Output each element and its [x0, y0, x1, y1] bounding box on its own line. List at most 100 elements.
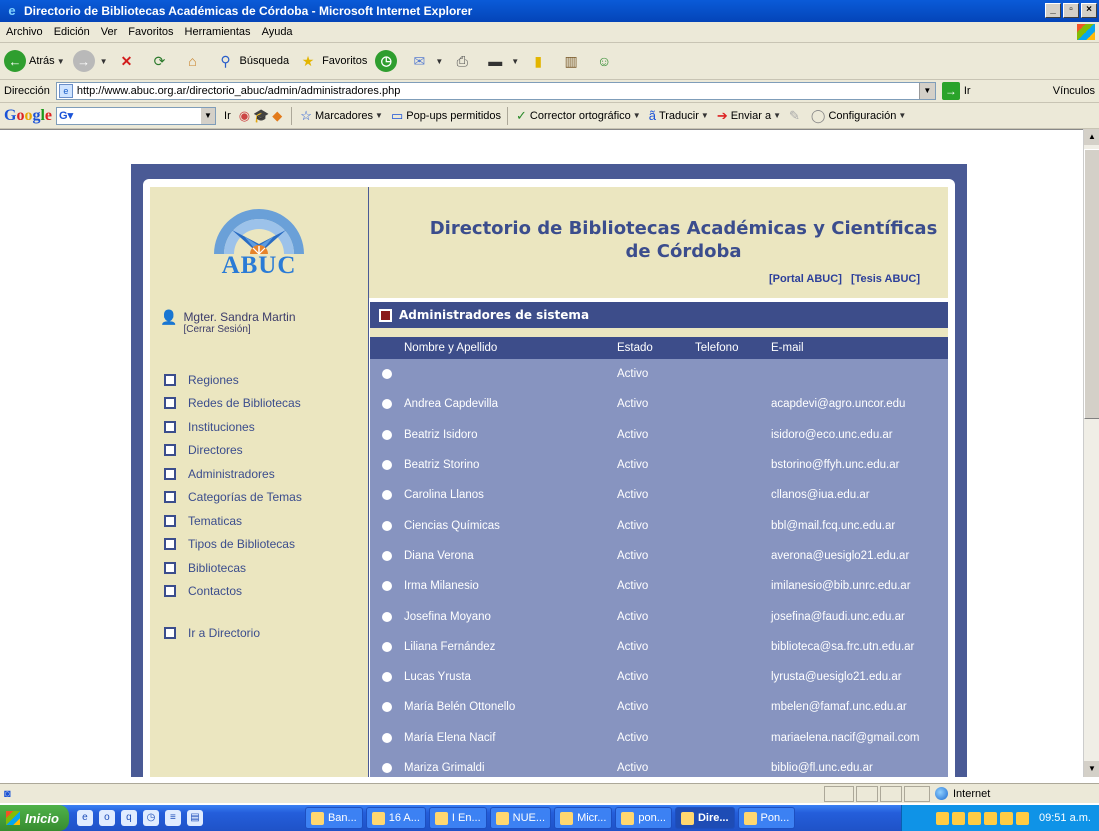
task-button[interactable]: 16 A... — [365, 807, 426, 829]
sidebar-item-instituciones[interactable]: Instituciones — [164, 415, 302, 439]
portal-abuc-link[interactable]: [Portal ABUC] — [769, 273, 842, 285]
task-button[interactable]: I En... — [428, 807, 487, 829]
edit-button[interactable]: ▬ ▼ — [484, 50, 519, 72]
google-go-button[interactable]: Ir — [224, 110, 231, 122]
row-select[interactable] — [370, 399, 404, 410]
row-select[interactable] — [370, 369, 404, 380]
scroll-down-icon[interactable]: ▼ — [1084, 761, 1099, 777]
sidebar-item-bibliotecas[interactable]: Bibliotecas — [164, 556, 302, 580]
home-button[interactable]: ⌂ — [182, 50, 207, 72]
task-button[interactable]: Ban... — [304, 807, 363, 829]
security-zone[interactable]: Internet — [935, 787, 990, 800]
search-button[interactable]: ⚲ Búsqueda — [215, 50, 289, 72]
favorites-button[interactable]: ★ Favoritos — [297, 50, 368, 72]
forward-button[interactable]: → ▼ — [72, 50, 108, 72]
row-select[interactable] — [370, 641, 404, 652]
menu-ver[interactable]: Ver — [101, 26, 118, 38]
restore-button[interactable]: ▫ — [1063, 3, 1079, 18]
col-header-estado[interactable]: Estado — [617, 342, 695, 354]
minimize-button[interactable]: _ — [1045, 3, 1061, 18]
history-button[interactable]: ◷ — [375, 50, 400, 72]
tesis-abuc-link[interactable]: [Tesis ABUC] — [851, 273, 920, 285]
table-row[interactable]: Ciencias Químicas Activo bbl@mail.fcq.unc.… — [370, 510, 948, 540]
col-header-name[interactable]: Nombre y Apellido — [404, 342, 617, 354]
menu-favoritos[interactable]: Favoritos — [128, 26, 173, 38]
sidebar-item-directores[interactable]: Directores — [164, 439, 302, 463]
row-select[interactable] — [370, 550, 404, 561]
notes-quicklaunch-icon[interactable]: ≡ — [164, 810, 181, 826]
task-button[interactable]: NUE... — [489, 807, 552, 829]
address-input[interactable]: e http://www.abuc.org.ar/directorio_abuc… — [55, 82, 936, 100]
row-select[interactable] — [370, 611, 404, 622]
ie-quicklaunch-icon[interactable]: e — [76, 810, 93, 826]
messenger-button[interactable]: ☺ — [593, 50, 618, 72]
table-row[interactable]: Mariza Grimaldi Activo biblio@fl.unc.edu.a… — [370, 753, 948, 777]
table-row[interactable]: Andrea Capdevilla Activo acapdevi@agro.unc… — [370, 389, 948, 419]
menu-edicion[interactable]: Edición — [54, 26, 90, 38]
col-header-telefono[interactable]: Telefono — [695, 342, 771, 354]
tray-icon[interactable] — [984, 811, 998, 825]
sidebar-item-tematicas[interactable]: Tematicas — [164, 509, 302, 533]
menu-herramientas[interactable]: Herramientas — [185, 26, 251, 38]
window-title-bar[interactable]: e Directorio de Bibliotecas Académicas d… — [0, 0, 1099, 22]
table-row[interactable]: Irma Milanesio Activo imilanesio@bib.unrc.… — [370, 571, 948, 601]
send-to-button[interactable]: ➔ Enviar a ▼ — [717, 108, 781, 124]
table-row[interactable]: Activo — [370, 359, 948, 389]
address-dropdown-icon[interactable]: ▼ — [918, 83, 935, 99]
document-quicklaunch-icon[interactable]: ▤ — [186, 810, 203, 826]
row-select[interactable] — [370, 520, 404, 531]
row-select[interactable] — [370, 763, 404, 773]
clock[interactable]: 09:51 a.m. — [1039, 812, 1091, 824]
print-button[interactable]: ⎙ — [451, 50, 476, 72]
bookmarks-button[interactable]: ☆ Marcadores ▼ — [300, 108, 383, 124]
table-row[interactable]: Josefina Moyano Activo josefina@faudi.unc.… — [370, 601, 948, 631]
stop-button[interactable]: ✕ — [116, 50, 141, 72]
table-row[interactable]: Beatriz Storino Activo bstorino@ffyh.unc.e… — [370, 450, 948, 480]
back-button[interactable]: ← Atrás ▼ — [4, 50, 65, 72]
tray-icon[interactable] — [1016, 811, 1030, 825]
sidebar-item-administradores[interactable]: Administradores — [164, 462, 302, 486]
research-button[interactable]: ▥ — [560, 50, 585, 72]
close-button[interactable]: × — [1081, 3, 1097, 18]
pen-button[interactable]: ✎ — [789, 108, 803, 124]
vertical-scrollbar[interactable]: ▲ ▼ — [1083, 129, 1099, 777]
table-row[interactable]: Lucas Yrusta Activo lyrusta@uesiglo21.edu.… — [370, 662, 948, 692]
translate-button[interactable]: ã Traducir ▼ — [649, 108, 709, 123]
start-button[interactable]: Inicio — [0, 805, 69, 831]
sidebar-item-contactos[interactable]: Contactos — [164, 580, 302, 604]
row-select[interactable] — [370, 490, 404, 501]
row-select[interactable] — [370, 672, 404, 683]
col-header-email[interactable]: E-mail — [771, 342, 948, 354]
google-dropdown-icon[interactable]: ▼ — [201, 107, 216, 124]
links-button[interactable]: Vínculos — [1053, 85, 1095, 97]
spellcheck-button[interactable]: ✓ Corrector ortográfico ▼ — [516, 108, 641, 124]
scroll-thumb[interactable] — [1084, 149, 1099, 419]
google-tools-icons[interactable]: ◉ 🎓 ◆ — [239, 108, 286, 124]
row-select[interactable] — [370, 581, 404, 592]
table-row[interactable]: María Belén Ottonello Activo mbelen@famaf.… — [370, 692, 948, 722]
table-row[interactable]: Carolina Llanos Activo cllanos@iua.edu.ar — [370, 480, 948, 510]
tray-icon[interactable] — [968, 811, 982, 825]
task-button-active[interactable]: Dire... — [674, 807, 735, 829]
table-row[interactable]: Diana Verona Activo averona@uesiglo21.edu.… — [370, 541, 948, 571]
search-quicklaunch-icon[interactable]: q — [120, 810, 137, 826]
task-button[interactable]: Micr... — [554, 807, 613, 829]
sidebar-item-tipos[interactable]: Tipos de Bibliotecas — [164, 533, 302, 557]
outlook-quicklaunch-icon[interactable]: o — [98, 810, 115, 826]
row-select[interactable] — [370, 429, 404, 440]
task-button[interactable]: Pon... — [737, 807, 796, 829]
menu-archivo[interactable]: Archivo — [6, 26, 43, 38]
google-search-input[interactable]: G▾ ▼ — [56, 106, 217, 125]
row-select[interactable] — [370, 702, 404, 713]
table-row[interactable]: Beatriz Isidoro Activo isidoro@eco.unc.edu… — [370, 420, 948, 450]
scroll-up-icon[interactable]: ▲ — [1084, 129, 1099, 145]
sidebar-item-redes[interactable]: Redes de Bibliotecas — [164, 392, 302, 416]
tray-icon[interactable] — [952, 811, 966, 825]
table-row[interactable]: Liliana Fernández Activo biblioteca@sa.frc… — [370, 632, 948, 662]
sidebar-item-directorio[interactable]: Ir a Directorio — [164, 621, 302, 645]
refresh-button[interactable]: ⟳ — [149, 50, 174, 72]
table-row[interactable]: María Elena Nacif Activo mariaelena.nacif@… — [370, 723, 948, 753]
menu-ayuda[interactable]: Ayuda — [262, 26, 293, 38]
tray-icon[interactable] — [936, 811, 950, 825]
sidebar-item-regiones[interactable]: Regiones — [164, 368, 302, 392]
